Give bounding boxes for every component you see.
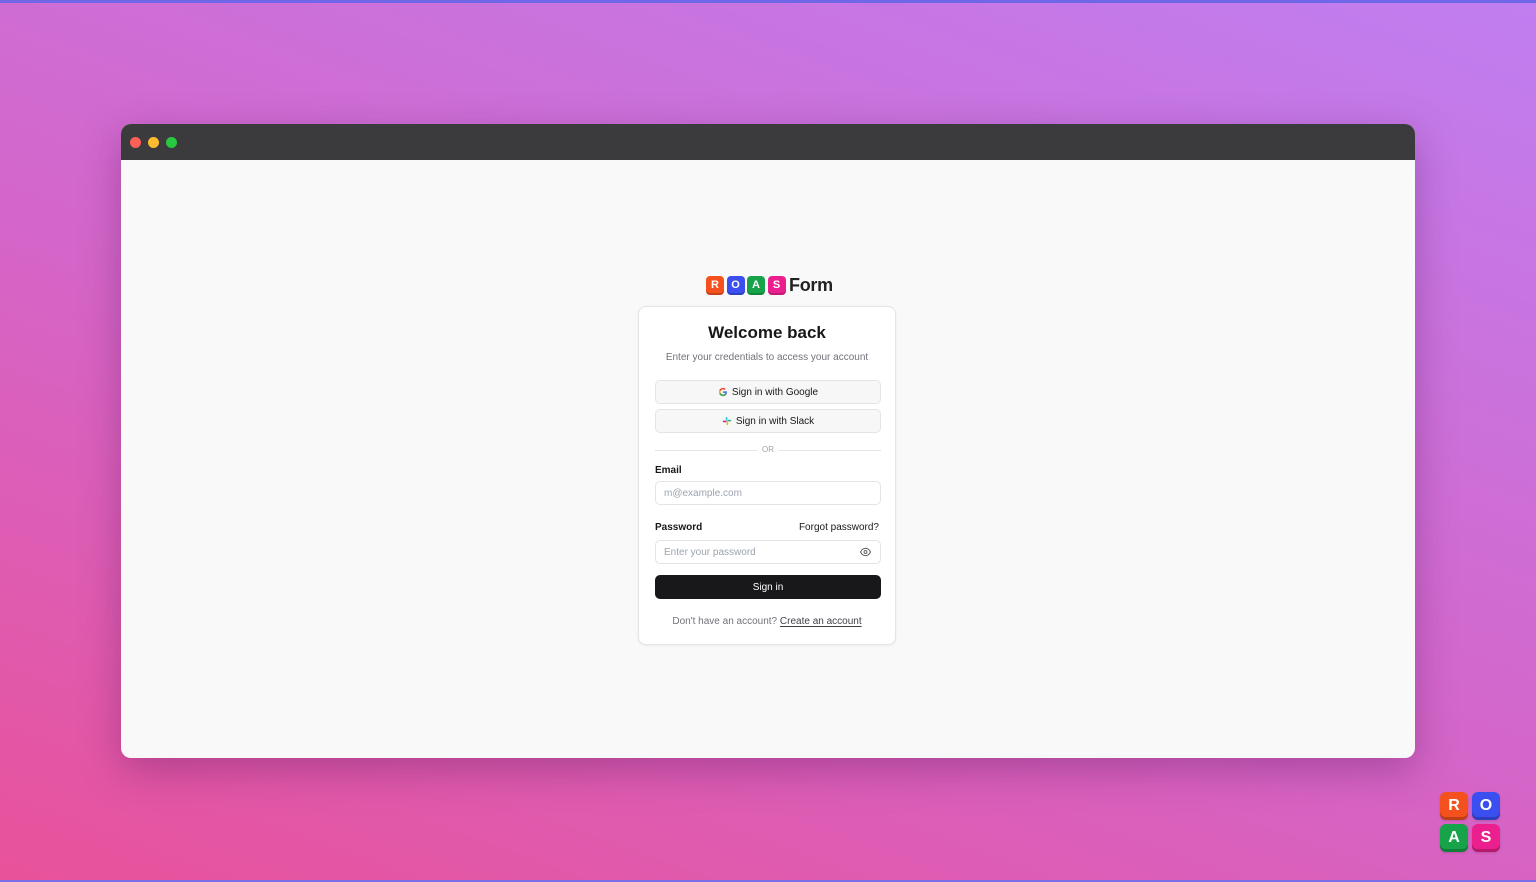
google-signin-label: Sign in with Google xyxy=(731,386,819,398)
slack-signin-button[interactable]: Sign in with Slack xyxy=(655,409,881,433)
email-label: Email xyxy=(655,465,682,476)
badge-tile-o: O xyxy=(1472,792,1500,820)
signup-prompt: Don't have an account? Create an account xyxy=(639,616,895,627)
logo-tile-s: S xyxy=(767,275,786,295)
password-field[interactable] xyxy=(655,540,881,564)
divider-line-right xyxy=(779,450,881,451)
password-label: Password xyxy=(655,522,703,533)
slack-icon xyxy=(722,416,731,426)
badge-tile-a: A xyxy=(1440,824,1468,852)
corner-brand-badge: R O A S xyxy=(1440,790,1502,854)
logo-tile-o: O xyxy=(726,275,745,295)
eye-icon[interactable] xyxy=(860,547,871,557)
create-account-link[interactable]: Create an account xyxy=(780,616,862,627)
login-card: Welcome back Enter your credentials to a… xyxy=(638,306,896,645)
window-titlebar xyxy=(121,124,1415,160)
close-window-dot[interactable] xyxy=(130,137,141,148)
google-icon xyxy=(718,387,727,397)
badge-tile-s: S xyxy=(1472,824,1500,852)
email-field[interactable] xyxy=(655,481,881,505)
or-divider: OR xyxy=(655,445,881,455)
forgot-password-link[interactable]: Forgot password? xyxy=(799,522,879,533)
google-signin-button[interactable]: Sign in with Google xyxy=(655,380,881,404)
logo-tile-r: R xyxy=(706,275,724,295)
minimize-window-dot[interactable] xyxy=(148,137,159,148)
browser-window: R O A S Form Welcome back Enter your cre… xyxy=(121,124,1415,758)
signup-prompt-text: Don't have an account? xyxy=(672,616,778,627)
maximize-window-dot[interactable] xyxy=(166,137,177,148)
logo-tile-a: A xyxy=(747,275,765,295)
badge-tile-r: R xyxy=(1440,792,1468,820)
top-accent-strip xyxy=(0,0,1536,3)
page-content: R O A S Form Welcome back Enter your cre… xyxy=(121,160,1415,758)
brand-logo: R O A S Form xyxy=(706,275,833,295)
slack-signin-label: Sign in with Slack xyxy=(735,415,815,427)
page-subtitle: Enter your credentials to access your ac… xyxy=(665,352,869,363)
page-title: Welcome back xyxy=(708,323,826,342)
logo-wordmark: Form xyxy=(789,274,833,295)
sign-in-button[interactable]: Sign in xyxy=(655,575,881,599)
